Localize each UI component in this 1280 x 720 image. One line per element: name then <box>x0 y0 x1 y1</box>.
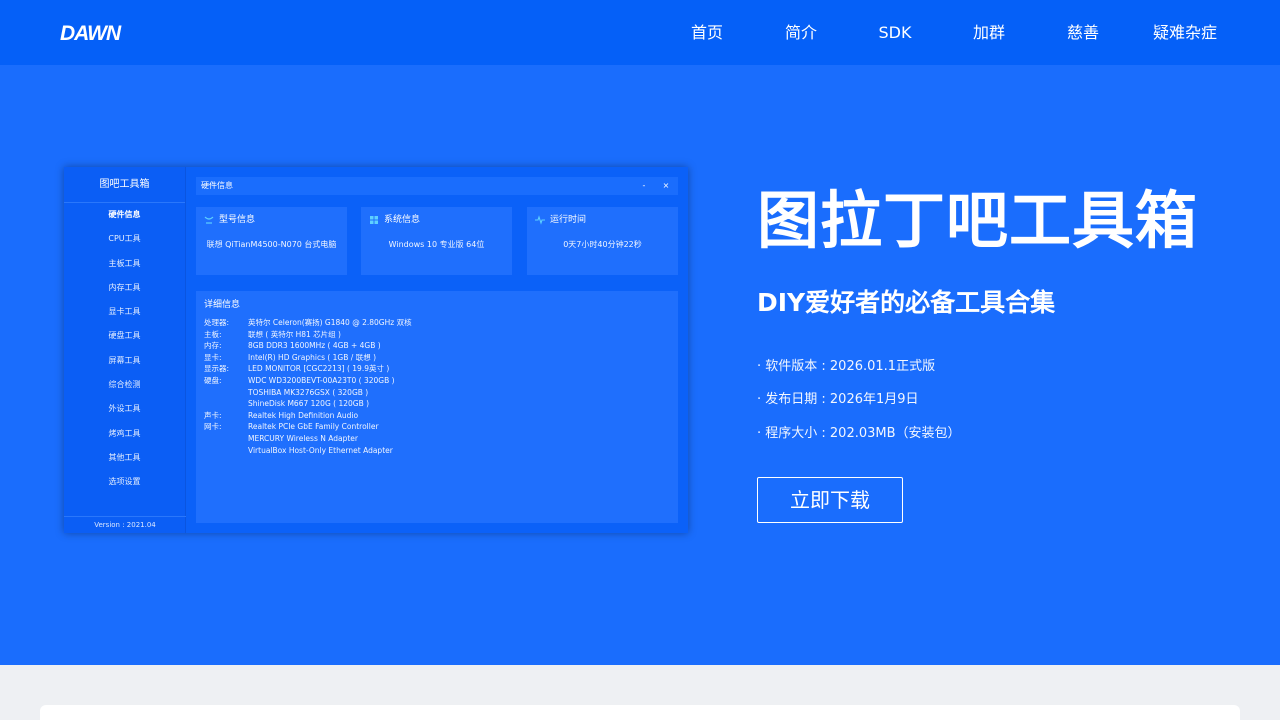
nav-links: 首页 简介 SDK 加群 慈善 疑难杂症 <box>660 0 1240 65</box>
sidebar-item-cpu: CPU工具 <box>108 234 141 244</box>
nav-intro[interactable]: 简介 <box>754 0 848 65</box>
detail-row: VirtualBox Host-Only Ethernet Adapter <box>204 445 412 457</box>
detail-value: Realtek High Definition Audio <box>248 410 359 420</box>
detail-value: 英特尔 Celeron(赛扬) G1840 @ 2.80GHz 双核 <box>248 318 412 327</box>
detail-row: MERCURY Wireless N Adapter <box>204 433 412 445</box>
sidebar-item-stress: 烤鸡工具 <box>108 428 141 438</box>
detail-row: ShineDisk M667 120G ( 120GB ) <box>204 398 412 410</box>
detail-value: MERCURY Wireless N Adapter <box>248 433 358 443</box>
card-uptime-title: 运行时间 <box>550 215 587 225</box>
card-system-value: Windows 10 专业版 64位 <box>388 240 485 249</box>
monitor-icon <box>204 216 214 224</box>
sidebar-item-other: 其他工具 <box>108 452 141 462</box>
detail-key: 网卡: <box>204 422 222 432</box>
detail-rows: 处理器: 英特尔 Celeron(赛扬) G1840 @ 2.80GHz 双核 主… <box>204 317 412 456</box>
card-uptime-value: 0天7小时40分钟22秒 <box>563 240 642 249</box>
windows-icon <box>370 216 378 224</box>
card-system-title: 系统信息 <box>384 215 421 225</box>
info-version: · 软件版本 : 2026.01.1正式版 <box>757 359 936 374</box>
card-model-title: 型号信息 <box>219 215 256 225</box>
detail-value: Intel(R) HD Graphics ( 1GB / 联想 ) <box>248 352 376 362</box>
sidebar-item-disk: 硬盘工具 <box>108 331 141 341</box>
app-window-title: 硬件信息 <box>201 181 233 190</box>
app-sidebar: 图吧工具箱 硬件信息 CPU工具 主板工具 内存工具 显卡工具 硬盘工具 屏幕工… <box>64 167 186 533</box>
detail-title: 详细信息 <box>204 300 241 310</box>
app-titlebar: 硬件信息 - × <box>196 177 678 195</box>
hero-subtitle: DIY爱好者的必备工具合集 <box>757 288 1056 317</box>
detail-row: 硬盘: WDC WD3200BEVT-00A23T0 ( 320GB ) <box>204 375 412 387</box>
detail-key <box>204 398 248 410</box>
download-button[interactable]: 立即下载 <box>757 477 903 523</box>
detail-key <box>204 445 248 457</box>
app-screenshot: 图吧工具箱 硬件信息 CPU工具 主板工具 内存工具 显卡工具 硬盘工具 屏幕工… <box>64 167 688 533</box>
detail-row: 显卡: Intel(R) HD Graphics ( 1GB / 联想 ) <box>204 352 412 364</box>
close-icon: × <box>662 181 670 190</box>
detail-key: 内存: <box>204 341 222 351</box>
card-uptime: 运行时间 0天7小时40分钟22秒 <box>527 207 678 275</box>
pulse-icon <box>535 215 545 225</box>
sidebar-item-gpu: 显卡工具 <box>108 307 141 317</box>
detail-value: VirtualBox Host-Only Ethernet Adapter <box>248 445 393 455</box>
sidebar-item-peripherals: 外设工具 <box>108 404 141 414</box>
detail-key: 主板: <box>204 329 222 339</box>
detail-value: Realtek PCIe GbE Family Controller <box>248 422 379 432</box>
sidebar-item-settings: 选项设置 <box>108 477 141 487</box>
detail-row: 网卡: Realtek PCIe GbE Family Controller <box>204 421 412 433</box>
nav-join-group[interactable]: 加群 <box>942 0 1036 65</box>
detail-key: 声卡: <box>204 410 222 420</box>
logo-text: DAWN <box>60 22 122 44</box>
nav-faq[interactable]: 疑难杂症 <box>1130 0 1240 65</box>
detail-value: TOSHIBA MK3276GSX ( 320GB ) <box>248 387 369 397</box>
sidebar-item-screen: 屏幕工具 <box>108 355 141 365</box>
minimize-icon: - <box>642 181 646 190</box>
nav-home[interactable]: 首页 <box>660 0 754 65</box>
detail-value: 8GB DDR3 1600MHz ( 4GB + 4GB ) <box>248 341 381 351</box>
detail-row: 内存: 8GB DDR3 1600MHz ( 4GB + 4GB ) <box>204 340 412 352</box>
card-model-value: 联想 QiTianM4500-N070 台式电脑 <box>206 240 337 249</box>
detail-row: 显示器: LED MONITOR [CGC2213] ( 19.9英寸 ) <box>204 363 412 375</box>
detail-key: 显卡: <box>204 352 222 362</box>
nav-charity[interactable]: 慈善 <box>1036 0 1130 65</box>
detail-key: 处理器: <box>204 318 230 327</box>
sidebar-item-benchmark: 综合检测 <box>108 380 141 390</box>
detail-row: 主板: 联想 ( 英特尔 H81 芯片组 ) <box>204 329 412 341</box>
detail-value: ShineDisk M667 120G ( 120GB ) <box>248 399 370 409</box>
detail-row: 处理器: 英特尔 Celeron(赛扬) G1840 @ 2.80GHz 双核 <box>204 317 412 329</box>
sidebar-item-memory: 内存工具 <box>108 282 141 292</box>
sidebar-item-hardware-info: 硬件信息 <box>108 210 141 219</box>
detail-key: 显示器: <box>204 364 230 374</box>
detail-key <box>204 433 248 445</box>
detail-value: 联想 ( 英特尔 H81 芯片组 ) <box>248 329 341 339</box>
card-model-info: 型号信息 联想 QiTianM4500-N070 台式电脑 <box>196 207 347 275</box>
detail-row: TOSHIBA MK3276GSX ( 320GB ) <box>204 387 412 399</box>
detail-panel: 详细信息 处理器: 英特尔 Celeron(赛扬) G1840 @ 2.80GHz… <box>196 291 678 523</box>
sidebar-item-motherboard: 主板工具 <box>108 258 141 268</box>
app-sidebar-title: 图吧工具箱 <box>64 167 185 203</box>
detail-key: 硬盘: <box>204 375 222 385</box>
detail-value: LED MONITOR [CGC2213] ( 19.9英寸 ) <box>248 364 390 374</box>
top-nav-bar: DAWN 首页 简介 SDK 加群 慈善 疑难杂症 <box>0 0 1280 65</box>
detail-row: 声卡: Realtek High Definition Audio <box>204 410 412 422</box>
app-version: Version : 2021.04 <box>64 516 186 533</box>
card-system-info: 系统信息 Windows 10 专业版 64位 <box>361 207 512 275</box>
info-release-date: · 发布日期 : 2026年1月9日 <box>757 392 919 407</box>
nav-sdk[interactable]: SDK <box>848 0 942 65</box>
content-card <box>40 705 1240 720</box>
detail-key <box>204 387 248 399</box>
dawn-logo[interactable]: DAWN <box>60 20 132 44</box>
hero-section: 图吧工具箱 硬件信息 CPU工具 主板工具 内存工具 显卡工具 硬盘工具 屏幕工… <box>0 65 1280 665</box>
info-size: · 程序大小 : 202.03MB（安装包） <box>757 426 961 441</box>
detail-value: WDC WD3200BEVT-00A23T0 ( 320GB ) <box>248 375 395 385</box>
hero-title: 图拉丁吧工具箱 <box>757 184 1199 257</box>
